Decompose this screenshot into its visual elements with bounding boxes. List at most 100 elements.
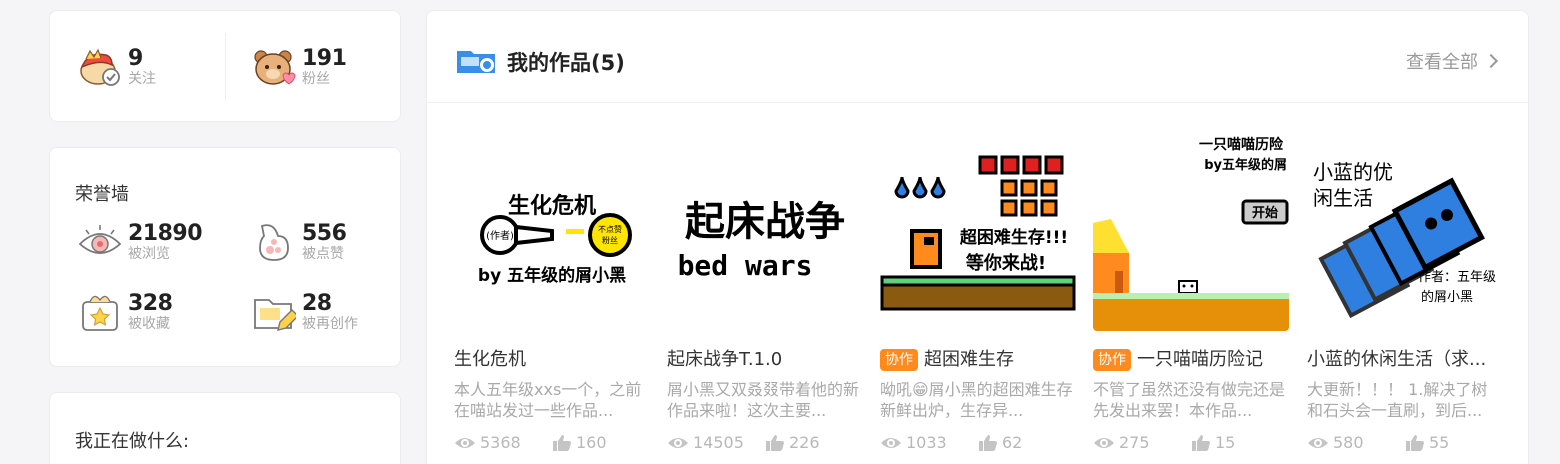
thumb-text: 等你来战!: [966, 252, 1046, 274]
follow-card: 9 关注 191 粉丝: [49, 10, 401, 122]
work-title[interactable]: 协作 超困难生存: [880, 347, 1076, 373]
honor-wall-card: 荣誉墙 21890 被浏览 556 被点赞 328 被收藏 28 被再创作: [49, 147, 401, 367]
thumbs-up-icon: [553, 434, 571, 451]
work-stats: 5368 160: [454, 433, 650, 452]
likes-stat: 556 被点赞: [252, 220, 347, 264]
work-stats: 14505 226: [667, 433, 863, 452]
eye-icon: [78, 220, 122, 264]
thumbs-up-icon: [1406, 434, 1424, 451]
paw-like-icon: [252, 220, 296, 264]
thumbs-up-icon: [766, 434, 784, 451]
svg-text:粉丝: 粉丝: [602, 235, 618, 245]
work-title[interactable]: 起床战争T.1.0: [667, 347, 863, 373]
works-card: 我的作品(5) 查看全部 生化危机 (作者) 不点赞 粉丝 by 五年级的屑小黑…: [426, 10, 1529, 464]
likes-label: 被点赞: [302, 246, 344, 262]
eye-icon: [881, 437, 901, 448]
view-count: 580: [1307, 433, 1405, 452]
thumbs-up-icon: [1192, 434, 1210, 451]
work-thumbnail[interactable]: 一只喵喵历险 by五年级的屑 开始: [1093, 131, 1289, 331]
following-icon: [78, 45, 122, 89]
like-count: 160: [552, 433, 650, 452]
collab-tag: 协作: [880, 349, 918, 371]
likes-count: 556: [302, 221, 347, 246]
like-count: 62: [978, 433, 1076, 452]
work-thumbnail[interactable]: 生化危机 (作者) 不点赞 粉丝 by 五年级的屑小黑: [454, 131, 650, 331]
view-count: 275: [1093, 433, 1191, 452]
following-label: 关注: [128, 71, 156, 87]
work-stats: 580 55: [1307, 433, 1503, 452]
honor-wall-title: 荣誉墙: [75, 184, 129, 205]
thumb-text: by五年级的屑: [1204, 157, 1287, 173]
thumb-text: 作者：五年级: [1418, 270, 1496, 285]
like-count: 226: [765, 433, 863, 452]
remix-label: 被再创作: [302, 316, 358, 332]
views-count: 21890: [128, 221, 203, 246]
work-description: 呦吼😁屑小黑的超困难生存新鲜出炉，生存异...: [880, 380, 1073, 420]
thumb-text: (作者): [486, 230, 514, 242]
work-description: 屑小黑又双叒叕带着他的新作品来啦！这次主要...: [667, 380, 860, 420]
eye-icon: [1094, 437, 1114, 448]
works-title: 我的作品(5): [507, 51, 625, 75]
remix-stat: 28 被再创作: [252, 290, 358, 334]
work-description: 大更新！！！ 1.解决了树和石头会一直刷，到后...: [1307, 380, 1488, 420]
eye-icon: [1308, 437, 1328, 448]
collab-tag: 协作: [1093, 349, 1131, 371]
view-count: 14505: [667, 433, 765, 452]
thumb-text: 一只喵喵历险: [1199, 136, 1284, 153]
view-all-link[interactable]: 查看全部: [1406, 48, 1499, 74]
doing-card: 我正在做什么:: [49, 392, 401, 464]
view-all-label: 查看全部: [1406, 52, 1478, 73]
work-description: 不管了虽然还没有做完还是先发出来罢！本作品...: [1093, 380, 1286, 420]
doing-title: 我正在做什么:: [75, 431, 190, 452]
works-header: 我的作品(5) 查看全部: [427, 11, 1528, 103]
collects-stat: 328 被收藏: [78, 290, 173, 334]
thumb-text: 小蓝的优: [1313, 160, 1393, 184]
view-count: 1033: [880, 433, 978, 452]
work-stats: 275 15: [1093, 433, 1289, 452]
thumb-text: 起床战争: [685, 199, 845, 245]
work-description: 本人五年级xxs一个，之前在喵站发过一些作品...: [454, 380, 642, 420]
work-title[interactable]: 生化危机: [454, 347, 650, 373]
collects-count: 328: [128, 291, 173, 316]
work-card[interactable]: 生化危机 (作者) 不点赞 粉丝 by 五年级的屑小黑 生化危机 本人五年级xx…: [454, 131, 650, 452]
work-thumbnail[interactable]: 起床战争 bed wars: [667, 131, 863, 331]
following-count: 9: [128, 46, 143, 71]
chevron-right-icon: [1483, 53, 1499, 69]
fans-count: 191: [302, 46, 347, 71]
eye-icon: [668, 437, 688, 448]
thumb-text: 超困难生存!!!: [960, 227, 1068, 248]
work-title[interactable]: 小蓝的休闲生活（求...: [1307, 347, 1503, 373]
thumb-text: bed wars: [678, 249, 813, 282]
svg-text:不点赞: 不点赞: [598, 224, 622, 234]
remix-folder-icon: [252, 290, 299, 334]
views-label: 被浏览: [128, 246, 170, 262]
view-count: 5368: [454, 433, 552, 452]
works-icon: [455, 47, 497, 79]
work-card[interactable]: 一只喵喵历险 by五年级的屑 开始 协作 一只喵喵历险记 不管了虽然还没有做完还…: [1093, 131, 1289, 452]
collect-box-icon: [78, 290, 122, 334]
fans-label: 粉丝: [302, 71, 330, 87]
work-thumbnail[interactable]: 超困难生存!!! 等你来战!: [880, 131, 1076, 331]
thumb-text: 闲生活: [1313, 186, 1373, 210]
eye-icon: [455, 437, 475, 448]
fans-stat[interactable]: 191 粉丝: [252, 45, 347, 89]
thumbs-up-icon: [979, 434, 997, 451]
views-stat: 21890 被浏览: [78, 220, 203, 264]
thumb-text: 开始: [1252, 205, 1278, 221]
thumb-text: 生化危机: [508, 193, 596, 219]
like-count: 15: [1191, 433, 1289, 452]
collects-label: 被收藏: [128, 316, 170, 332]
work-card[interactable]: 超困难生存!!! 等你来战! 协作 超困难生存 呦吼😁屑小黑的超困难生存新鲜出炉…: [880, 131, 1076, 452]
like-count: 55: [1405, 433, 1503, 452]
fans-icon: [252, 45, 296, 89]
following-stat[interactable]: 9 关注: [78, 45, 156, 89]
divider: [225, 33, 226, 101]
work-card[interactable]: 起床战争 bed wars 起床战争T.1.0 屑小黑又双叒叕带着他的新作品来啦…: [667, 131, 863, 452]
work-title[interactable]: 协作 一只喵喵历险记: [1093, 347, 1289, 373]
work-card[interactable]: 小蓝的优 闲生活 作者：五年级 的屑小黑 小蓝的休闲生活（求... 大更新！！！…: [1307, 131, 1503, 452]
thumb-text: by 五年级的屑小黑: [478, 265, 626, 286]
work-thumbnail[interactable]: 小蓝的优 闲生活 作者：五年级 的屑小黑: [1307, 131, 1503, 331]
thumb-text: 的屑小黑: [1421, 289, 1473, 305]
work-stats: 1033 62: [880, 433, 1076, 452]
remix-count: 28: [302, 291, 332, 316]
